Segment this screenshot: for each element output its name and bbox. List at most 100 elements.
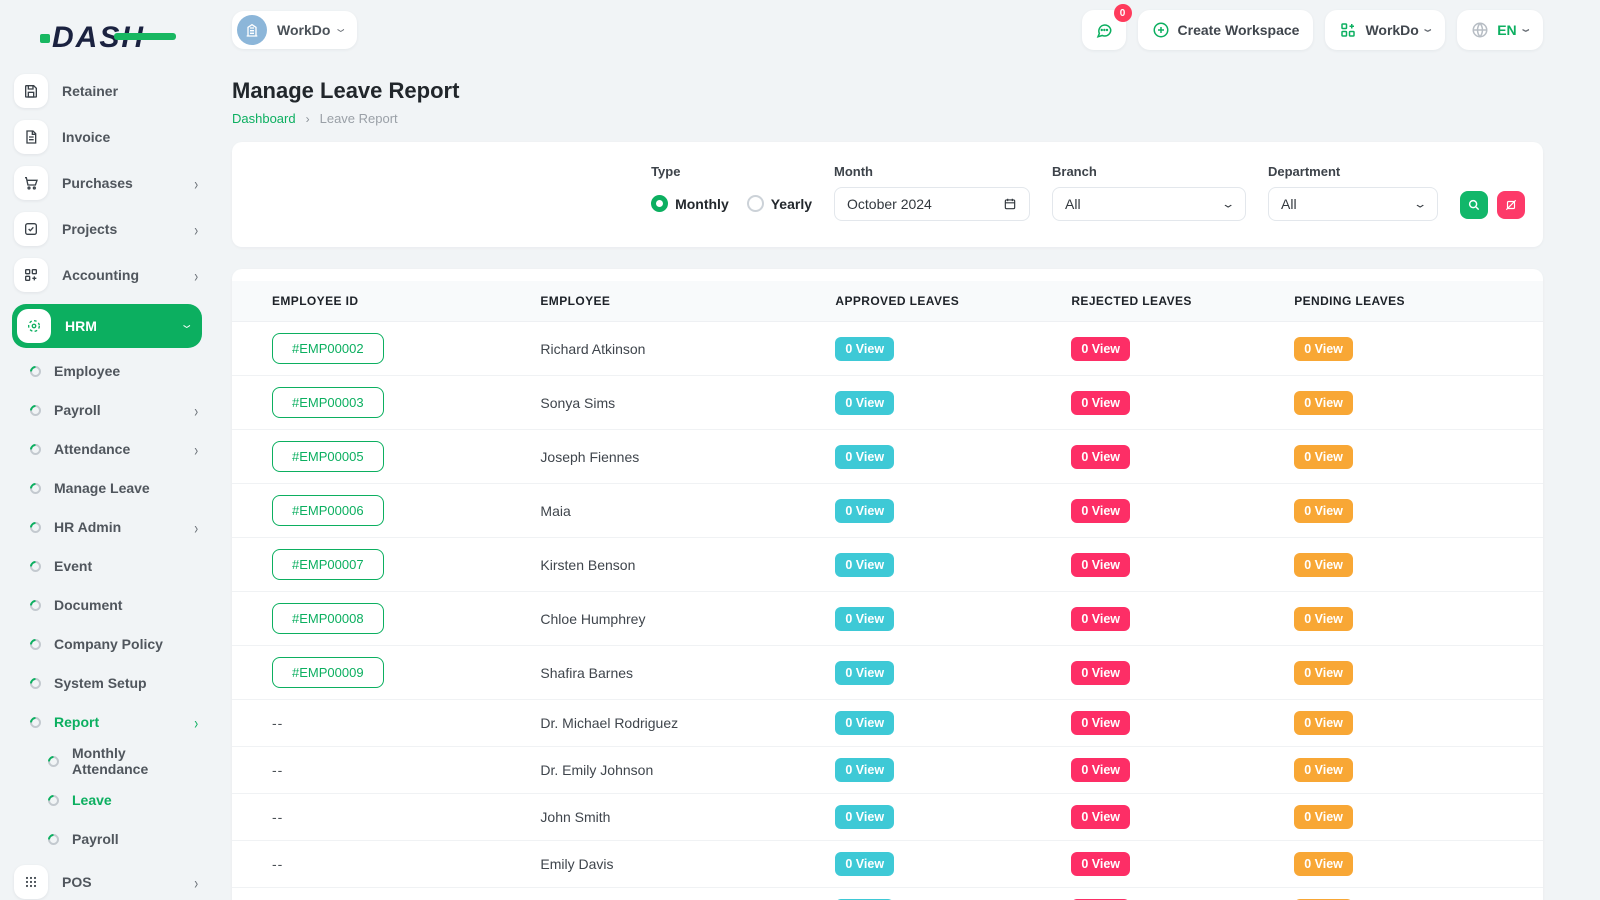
rejected-leaves-view-button[interactable]: 0 View	[1071, 553, 1130, 577]
chevron-down-icon: ›	[1518, 28, 1535, 32]
approved-leaves-view-button[interactable]: 0 View	[835, 852, 894, 876]
rejected-leaves-view-button[interactable]: 0 View	[1071, 607, 1130, 631]
sidebar-item-label: System Setup	[54, 675, 198, 691]
sidebar-item-invoice[interactable]: Invoice	[0, 120, 212, 154]
approved-leaves-view-button[interactable]: 0 View	[835, 711, 894, 735]
sidebar-item-hrm[interactable]: HRM›	[12, 304, 202, 348]
leave-report-table: EMPLOYEE IDEMPLOYEEAPPROVED LEAVESREJECT…	[232, 281, 1543, 900]
rejected-leaves-view-button[interactable]: 0 View	[1071, 711, 1130, 735]
sidebar-item-monthly-attendance[interactable]: Monthly Attendance	[0, 748, 212, 774]
bullet-icon	[28, 714, 44, 730]
radio-monthly[interactable]: Monthly	[651, 195, 729, 212]
radio-yearly[interactable]: Yearly	[747, 195, 812, 212]
approved-leaves-view-button[interactable]: 0 View	[835, 805, 894, 829]
messages-button[interactable]: 0	[1082, 10, 1126, 50]
table-row: #EMP00007Kirsten Benson0 View0 View0 Vie…	[232, 538, 1543, 592]
rejected-leaves-view-button[interactable]: 0 View	[1071, 391, 1130, 415]
breadcrumb-dashboard-link[interactable]: Dashboard	[232, 111, 296, 126]
chevron-right-icon: ›	[194, 441, 198, 458]
sidebar-item-manage-leave[interactable]: Manage Leave	[0, 475, 212, 501]
sidebar-item-label: Projects	[62, 221, 180, 237]
pending-leaves-view-button[interactable]: 0 View	[1294, 711, 1353, 735]
employee-id-badge[interactable]: #EMP00003	[272, 387, 384, 418]
month-input[interactable]: October 2024	[834, 187, 1030, 221]
employee-id-badge[interactable]: #EMP00008	[272, 603, 384, 634]
employee-name: Chloe Humphrey	[520, 592, 815, 646]
sidebar-item-retainer[interactable]: Retainer	[0, 74, 212, 108]
pending-leaves-view-button[interactable]: 0 View	[1294, 337, 1353, 361]
bullet-icon	[28, 636, 44, 652]
bullet-icon	[28, 441, 44, 457]
sidebar-item-attendance[interactable]: Attendance›	[0, 436, 212, 462]
language-button[interactable]: EN ›	[1457, 10, 1543, 50]
sidebar-item-projects[interactable]: Projects›	[0, 212, 212, 246]
pending-leaves-view-button[interactable]: 0 View	[1294, 445, 1353, 469]
pending-leaves-view-button[interactable]: 0 View	[1294, 805, 1353, 829]
rejected-leaves-view-button[interactable]: 0 View	[1071, 758, 1130, 782]
employee-id-badge[interactable]: #EMP00007	[272, 549, 384, 580]
approved-leaves-view-button[interactable]: 0 View	[835, 445, 894, 469]
sidebar-item-company-policy[interactable]: Company Policy	[0, 631, 212, 657]
pending-leaves-view-button[interactable]: 0 View	[1294, 499, 1353, 523]
rejected-leaves-view-button[interactable]: 0 View	[1071, 852, 1130, 876]
calendar-icon[interactable]	[1003, 197, 1017, 211]
employee-id-badge[interactable]: #EMP00006	[272, 495, 384, 526]
reset-filter-button[interactable]	[1497, 191, 1525, 219]
approved-leaves-view-button[interactable]: 0 View	[835, 391, 894, 415]
grid-plus-icon	[1339, 21, 1357, 39]
bullet-icon	[28, 480, 44, 496]
sidebar-item-label: Monthly Attendance	[72, 745, 198, 777]
workspace-menu-button[interactable]: WorkDo ›	[1325, 10, 1445, 50]
department-select[interactable]: All ⌄	[1268, 187, 1438, 221]
employee-id-badge[interactable]: #EMP00005	[272, 441, 384, 472]
sidebar-item-pos[interactable]: POS›	[0, 865, 212, 899]
type-radio-group: Monthly Yearly	[651, 187, 812, 220]
pending-leaves-view-button[interactable]: 0 View	[1294, 852, 1353, 876]
department-filter-group: Department All ⌄	[1268, 164, 1438, 221]
approved-leaves-view-button[interactable]: 0 View	[835, 553, 894, 577]
employee-id-badge[interactable]: #EMP00009	[272, 657, 384, 688]
approved-leaves-view-button[interactable]: 0 View	[835, 607, 894, 631]
approved-leaves-view-button[interactable]: 0 View	[835, 661, 894, 685]
radio-yearly-control[interactable]	[747, 195, 764, 212]
approved-leaves-view-button[interactable]: 0 View	[835, 499, 894, 523]
sidebar-item-hr-admin[interactable]: HR Admin›	[0, 514, 212, 540]
rejected-leaves-view-button[interactable]: 0 View	[1071, 661, 1130, 685]
workspace-switcher[interactable]: WorkDo ›	[232, 11, 357, 49]
pending-leaves-view-button[interactable]: 0 View	[1294, 607, 1353, 631]
apply-filter-button[interactable]	[1460, 191, 1488, 219]
sidebar-item-leave[interactable]: Leave	[0, 787, 212, 813]
rejected-leaves-view-button[interactable]: 0 View	[1071, 499, 1130, 523]
create-workspace-button[interactable]: Create Workspace	[1138, 10, 1314, 50]
pending-leaves-view-button[interactable]: 0 View	[1294, 391, 1353, 415]
rejected-leaves-view-button[interactable]: 0 View	[1071, 805, 1130, 829]
rejected-leaves-view-button[interactable]: 0 View	[1071, 445, 1130, 469]
globe-icon	[1471, 21, 1489, 39]
radio-monthly-control[interactable]	[651, 195, 668, 212]
bullet-icon	[46, 831, 62, 847]
employee-id-badge[interactable]: #EMP00002	[272, 333, 384, 364]
sidebar-item-document[interactable]: Document	[0, 592, 212, 618]
rejected-leaves-view-button[interactable]: 0 View	[1071, 337, 1130, 361]
sidebar-item-employee[interactable]: Employee	[0, 358, 212, 384]
branch-select[interactable]: All ⌄	[1052, 187, 1246, 221]
table-row: --Dr. Michael Rodriguez0 View0 View0 Vie…	[232, 700, 1543, 747]
sidebar-item-payroll[interactable]: Payroll	[0, 826, 212, 852]
sidebar-item-event[interactable]: Event	[0, 553, 212, 579]
table-row: --Dr. Emily Johnson0 View0 View0 View	[232, 747, 1543, 794]
approved-leaves-view-button[interactable]: 0 View	[835, 758, 894, 782]
column-header: PENDING LEAVES	[1274, 281, 1543, 322]
sidebar-item-report[interactable]: Report›	[0, 709, 212, 735]
sidebar-item-purchases[interactable]: Purchases›	[0, 166, 212, 200]
sidebar-item-payroll[interactable]: Payroll›	[0, 397, 212, 423]
sidebar-item-accounting[interactable]: Accounting›	[0, 258, 212, 292]
employee-name: Dr. Emily Johnson	[520, 747, 815, 794]
approved-leaves-view-button[interactable]: 0 View	[835, 337, 894, 361]
chevron-right-icon: ›	[194, 714, 198, 731]
pending-leaves-view-button[interactable]: 0 View	[1294, 553, 1353, 577]
table-row: --Emily Davis0 View0 View0 View	[232, 841, 1543, 888]
pending-leaves-view-button[interactable]: 0 View	[1294, 661, 1353, 685]
sidebar-item-system-setup[interactable]: System Setup	[0, 670, 212, 696]
pending-leaves-view-button[interactable]: 0 View	[1294, 758, 1353, 782]
app-logo[interactable]: DASH	[52, 12, 212, 64]
